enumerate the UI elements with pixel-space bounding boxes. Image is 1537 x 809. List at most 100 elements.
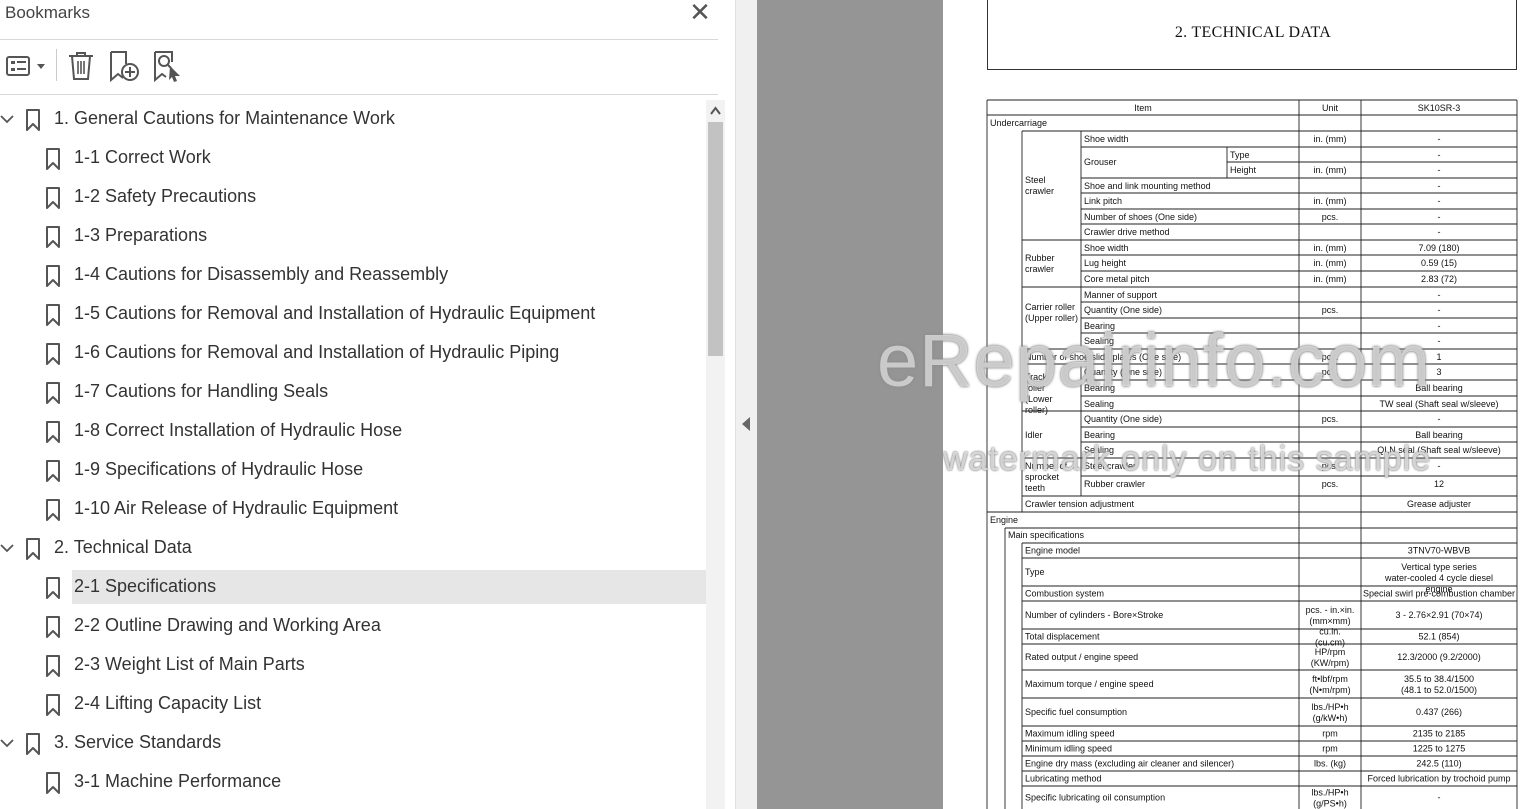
- table-cell: 3TNV70-WBVB: [1408, 546, 1471, 556]
- bookmark-item[interactable]: 1-5 Cautions for Removal and Installatio…: [0, 297, 706, 331]
- bookmark-icon: [46, 655, 60, 677]
- bookmark-item[interactable]: 3-1 Machine Performance: [0, 765, 706, 799]
- table-cell: Bearing: [1084, 430, 1115, 440]
- collapse-panel-icon[interactable]: [742, 417, 750, 431]
- bookmark-icon: [46, 304, 60, 326]
- table-cell: 52.1 (854): [1418, 632, 1459, 642]
- table-cell: cu.in. (cu.cm): [1315, 627, 1345, 648]
- table-cell: Sealing: [1084, 445, 1114, 455]
- table-cell: Total displacement: [1025, 632, 1100, 642]
- table-cell: Quantity (One side): [1084, 305, 1162, 315]
- table-cell: 3: [1436, 367, 1441, 377]
- bookmark-label: 1-5 Cautions for Removal and Installatio…: [74, 303, 596, 323]
- bookmark-label: 1-4 Cautions for Disassembly and Reassem…: [74, 264, 449, 284]
- scroll-up-icon[interactable]: [706, 102, 725, 120]
- bookmark-item[interactable]: 2-1 Specifications: [0, 570, 706, 604]
- chevron-down-icon[interactable]: [0, 112, 14, 126]
- table-cell: 1: [1436, 352, 1441, 362]
- add-bookmark-icon: [110, 51, 139, 83]
- bookmark-label: 1-8 Correct Installation of Hydraulic Ho…: [74, 420, 403, 440]
- chevron-down-icon[interactable]: [0, 736, 14, 750]
- bookmark-icon: [46, 226, 60, 248]
- bookmark-icon: [46, 343, 60, 365]
- bookmark-group[interactable]: 1. General Cautions for Maintenance Work: [0, 102, 706, 136]
- table-cell: Special swirl pre-combustion chamber: [1363, 589, 1515, 599]
- new-bookmark-button[interactable]: [108, 50, 140, 83]
- bookmark-item[interactable]: 1-3 Preparations: [0, 219, 706, 253]
- bookmark-item[interactable]: 1-4 Cautions for Disassembly and Reassem…: [0, 258, 706, 292]
- table-cell: Steel crawler: [1084, 461, 1136, 471]
- bookmark-item[interactable]: 2-2 Outline Drawing and Working Area: [0, 609, 706, 643]
- bookmark-label: 2-4 Lifting Capacity List: [74, 693, 262, 713]
- table-cell: -: [1438, 793, 1441, 803]
- table-cell: -: [1438, 227, 1441, 237]
- bookmark-label: 1-6 Cautions for Removal and Installatio…: [74, 342, 560, 362]
- table-cell: Type: [1025, 567, 1045, 577]
- section-label: Main specifications: [1008, 530, 1085, 540]
- table-cell: in. (mm): [1314, 134, 1347, 144]
- bookmark-icon: [46, 616, 60, 638]
- options-list-icon: [6, 56, 45, 76]
- table-cell: Maximum idling speed: [1025, 729, 1115, 739]
- table-cell: -: [1438, 321, 1441, 331]
- close-icon[interactable]: ✕: [688, 0, 712, 26]
- table-cell: pcs.: [1322, 461, 1339, 471]
- bookmark-icon: [46, 382, 60, 404]
- bookmark-label: 2. Technical Data: [54, 537, 192, 557]
- table-cell: pcs.: [1322, 479, 1339, 489]
- bookmark-item[interactable]: 1-10 Air Release of Hydraulic Equipment: [0, 492, 706, 526]
- bookmark-item[interactable]: 1-9 Specifications of Hydraulic Hose: [0, 453, 706, 487]
- table-cell: Lug height: [1084, 258, 1127, 268]
- delete-bookmark-button[interactable]: [66, 50, 96, 82]
- table-cell: Engine model: [1025, 546, 1080, 556]
- bookmark-icon: [46, 265, 60, 287]
- bookmark-item[interactable]: 1-7 Cautions for Handling Seals: [0, 375, 706, 409]
- bookmark-item[interactable]: 1-1 Correct Work: [0, 141, 706, 175]
- group-label: Carrier roller (Upper roller): [1025, 302, 1078, 323]
- bookmark-icon: [46, 577, 60, 599]
- panel-splitter[interactable]: [735, 0, 757, 809]
- scrollbar-thumb[interactable]: [708, 122, 723, 356]
- bookmark-icon: [46, 187, 60, 209]
- table-cell: 0.437 (266): [1416, 707, 1462, 717]
- panel-title: Bookmarks: [5, 3, 91, 22]
- table-cell: Number of cylinders - Bore×Stroke: [1025, 610, 1163, 620]
- table-cell: 35.5 to 38.4/1500 (48.1 to 52.0/1500): [1401, 674, 1477, 695]
- table-cell: 12: [1434, 479, 1444, 489]
- bookmark-item[interactable]: 1-8 Correct Installation of Hydraulic Ho…: [0, 414, 706, 448]
- bookmark-item[interactable]: 2-3 Weight List of Main Parts: [0, 648, 706, 682]
- bookmark-icon: [26, 538, 40, 560]
- bookmark-label: 2-3 Weight List of Main Parts: [74, 654, 305, 674]
- group-label: Idler: [1025, 430, 1043, 440]
- bookmark-label: 1-2 Safety Precautions: [74, 186, 257, 206]
- bookmark-group[interactable]: 2. Technical Data: [0, 531, 706, 565]
- table-cell: -: [1438, 336, 1441, 346]
- vertical-scrollbar[interactable]: [706, 100, 725, 809]
- table-cell: Quantity (One side): [1084, 414, 1162, 424]
- bookmark-icon: [46, 460, 60, 482]
- options-menu-button[interactable]: [5, 50, 47, 82]
- find-current-bookmark-button[interactable]: [152, 50, 184, 83]
- bookmarks-panel: Bookmarks ✕ 1. General Cautions for Main…: [0, 0, 735, 809]
- table-cell: lbs. (kg): [1314, 759, 1346, 769]
- bookmark-item[interactable]: 1-2 Safety Precautions: [0, 180, 706, 214]
- bookmark-icon: [46, 694, 60, 716]
- bookmark-label: 2-1 Specifications: [74, 576, 217, 596]
- group-label: Track roller (Lower roller): [1025, 372, 1053, 415]
- table-cell: Shoe width: [1084, 243, 1129, 253]
- table-cell: Type: [1230, 150, 1250, 160]
- table-cell: Minimum idling speed: [1025, 744, 1112, 754]
- column-header: Unit: [1322, 103, 1339, 113]
- table-cell: Crawler drive method: [1084, 227, 1170, 237]
- bookmark-item[interactable]: 2-4 Lifting Capacity List: [0, 687, 706, 721]
- bookmark-item[interactable]: 1-6 Cautions for Removal and Installatio…: [0, 336, 706, 370]
- table-cell: pcs.: [1322, 352, 1339, 362]
- table-cell: Ball bearing: [1415, 430, 1463, 440]
- bookmark-group[interactable]: 3. Service Standards: [0, 726, 706, 760]
- table-cell: pcs.: [1322, 414, 1339, 424]
- table-cell: -: [1438, 196, 1441, 206]
- bookmark-label: 1-1 Correct Work: [74, 147, 211, 167]
- bookmark-icon: [46, 772, 60, 794]
- chevron-down-icon[interactable]: [0, 541, 14, 555]
- table-cell: Link pitch: [1084, 196, 1122, 206]
